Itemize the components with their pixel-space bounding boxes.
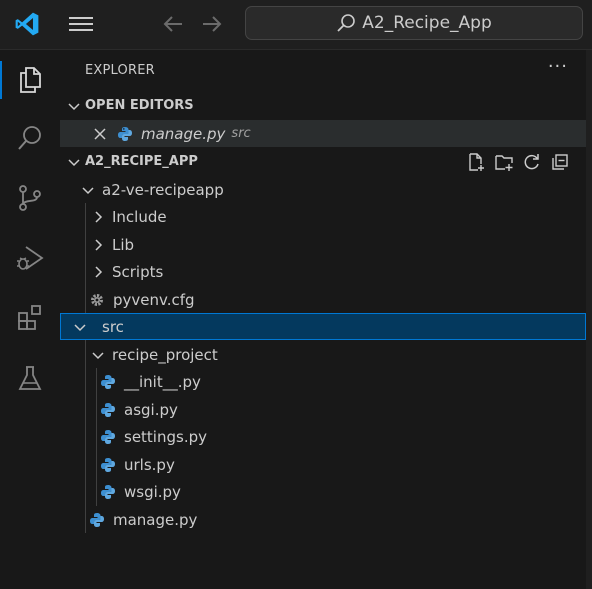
tree-folder-include[interactable]: Include bbox=[60, 203, 586, 230]
tree-file-pyvenv-cfg[interactable]: pyvenv.cfg bbox=[60, 286, 586, 313]
python-file-icon bbox=[101, 374, 115, 389]
menu-icon[interactable] bbox=[68, 13, 94, 35]
close-icon[interactable] bbox=[93, 127, 107, 141]
run-debug-icon bbox=[17, 246, 44, 270]
chevron-down-icon bbox=[92, 351, 104, 359]
chevron-down-icon bbox=[68, 102, 80, 110]
open-editors-header[interactable]: OPEN EDITORS bbox=[60, 92, 586, 119]
activity-explorer[interactable] bbox=[0, 55, 60, 105]
arrow-left-icon[interactable] bbox=[160, 11, 186, 37]
activity-extensions[interactable] bbox=[0, 293, 60, 343]
python-file-icon bbox=[101, 484, 115, 499]
tree-file-urls-py[interactable]: urls.py bbox=[60, 451, 586, 478]
search-icon bbox=[337, 14, 356, 32]
testing-flask-icon bbox=[18, 366, 42, 390]
python-file-icon bbox=[90, 512, 104, 527]
arrow-right-icon[interactable] bbox=[199, 11, 225, 37]
extensions-icon bbox=[18, 305, 41, 330]
collapse-all-icon[interactable] bbox=[550, 152, 570, 172]
python-file-icon bbox=[101, 402, 115, 417]
new-folder-icon[interactable] bbox=[494, 152, 514, 172]
tree-file-init-py[interactable]: __init__.py bbox=[60, 368, 586, 395]
tree-folder-src[interactable]: src bbox=[60, 313, 586, 340]
sidebar-edge bbox=[586, 50, 592, 589]
tree-folder-a2-ve-recipeapp[interactable]: a2-ve-recipeapp bbox=[60, 176, 586, 203]
files-icon bbox=[20, 67, 41, 93]
chevron-right-icon bbox=[95, 238, 103, 251]
chevron-down-icon bbox=[74, 323, 86, 331]
gear-icon bbox=[91, 293, 103, 306]
search-icon bbox=[18, 126, 41, 150]
tree-file-manage-py[interactable]: manage.py bbox=[60, 506, 586, 533]
chevron-right-icon bbox=[95, 210, 103, 223]
new-file-icon[interactable] bbox=[466, 152, 486, 172]
more-actions-icon[interactable]: ··· bbox=[548, 56, 568, 77]
tree-folder-recipe-project[interactable]: recipe_project bbox=[60, 341, 586, 368]
source-control-icon bbox=[19, 185, 41, 211]
title-bar: A2_Recipe_App bbox=[0, 0, 592, 50]
tree-folder-scripts[interactable]: Scripts bbox=[60, 258, 586, 285]
tree-file-settings-py[interactable]: settings.py bbox=[60, 423, 586, 450]
explorer-title: EXPLORER bbox=[85, 63, 155, 78]
workspace-header[interactable]: A2_RECIPE_APP bbox=[60, 148, 586, 175]
python-file-icon bbox=[101, 457, 115, 472]
activity-run-debug[interactable] bbox=[0, 233, 60, 283]
activity-source-control[interactable] bbox=[0, 173, 60, 223]
explorer-sidebar: EXPLORER ··· OPEN EDITORS manage.py src … bbox=[60, 50, 586, 589]
activity-testing[interactable] bbox=[0, 353, 60, 403]
refresh-icon[interactable] bbox=[522, 152, 542, 172]
workspace-actions bbox=[466, 148, 570, 175]
activity-search[interactable] bbox=[0, 113, 60, 163]
chevron-down-icon bbox=[82, 186, 94, 194]
python-file-icon bbox=[118, 126, 132, 141]
tree-folder-lib[interactable]: Lib bbox=[60, 231, 586, 258]
tree-file-asgi-py[interactable]: asgi.py bbox=[60, 396, 586, 423]
command-center-text: A2_Recipe_App bbox=[362, 13, 492, 33]
open-editor-manage-py[interactable]: manage.py src bbox=[60, 120, 586, 147]
command-center[interactable]: A2_Recipe_App bbox=[245, 6, 583, 40]
python-file-icon bbox=[101, 429, 115, 444]
chevron-down-icon bbox=[68, 158, 80, 166]
activity-bar bbox=[0, 50, 60, 589]
vscode-logo-icon[interactable] bbox=[14, 11, 40, 37]
chevron-right-icon bbox=[95, 265, 103, 278]
tree-file-wsgi-py[interactable]: wsgi.py bbox=[60, 478, 586, 505]
